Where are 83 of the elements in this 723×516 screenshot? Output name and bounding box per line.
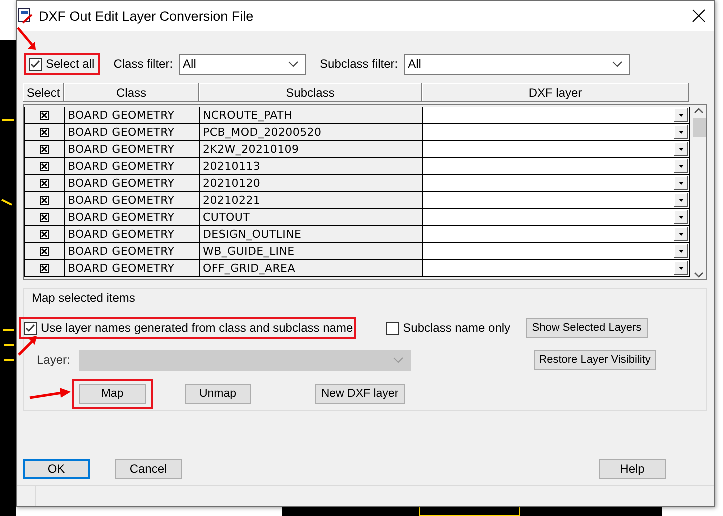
table-cell: BOARD GEOMETRY bbox=[65, 260, 200, 277]
dropdown-arrow-icon bbox=[678, 232, 684, 236]
scrollbar[interactable] bbox=[692, 107, 706, 279]
layer-dropdown[interactable] bbox=[423, 107, 690, 124]
dropdown-arrow-icon bbox=[678, 114, 684, 116]
scroll-up-icon[interactable] bbox=[694, 107, 704, 115]
column-header[interactable]: Subclass bbox=[199, 83, 422, 102]
filter-dropdown[interactable]: All bbox=[404, 54, 630, 74]
dropdown-arrow-icon bbox=[678, 198, 684, 202]
layer-dropdown[interactable] bbox=[423, 124, 690, 141]
table-cell: BOARD GEOMETRY bbox=[65, 107, 200, 124]
layer-dropdown[interactable] bbox=[423, 209, 690, 226]
dropdown-arrow-icon bbox=[678, 130, 684, 134]
table-cell: BOARD GEOMETRY bbox=[65, 243, 200, 260]
map-action-button[interactable]: New DXF layer bbox=[315, 384, 405, 404]
row-checkbox[interactable] bbox=[40, 178, 49, 188]
table-cell: BOARD GEOMETRY bbox=[65, 124, 200, 141]
table-cell: BOARD GEOMETRY bbox=[65, 226, 200, 243]
filter-label: Class filter: bbox=[114, 57, 174, 71]
restore-visibility-button[interactable]: Restore Layer Visibility bbox=[534, 350, 656, 370]
layer-dropdown[interactable] bbox=[423, 141, 690, 158]
table-cell: 20210221 bbox=[200, 192, 423, 209]
table-cell: OFF_GRID_AREA bbox=[200, 260, 423, 277]
chevron-icon bbox=[612, 60, 624, 68]
row-checkbox[interactable] bbox=[40, 196, 49, 204]
map-action-button[interactable]: Map bbox=[79, 384, 146, 404]
filter-dropdown[interactable]: All bbox=[179, 54, 306, 74]
dialog-button[interactable]: OK bbox=[23, 459, 90, 479]
row-checkbox[interactable] bbox=[40, 246, 49, 256]
table-cell: DESIGN_OUTLINE bbox=[200, 226, 423, 243]
column-header[interactable]: Select bbox=[23, 83, 64, 102]
row-checkbox[interactable] bbox=[40, 230, 49, 238]
table-cell: BOARD GEOMETRY bbox=[65, 209, 200, 226]
layer-dropdown[interactable] bbox=[423, 175, 690, 192]
scroll-down-icon[interactable] bbox=[694, 271, 704, 279]
close-icon[interactable] bbox=[692, 9, 706, 23]
dropdown-arrow-icon bbox=[678, 266, 684, 270]
scroll-thumb[interactable] bbox=[692, 118, 706, 137]
dropdown-arrow-icon bbox=[678, 148, 684, 150]
map-action-button[interactable]: Unmap bbox=[185, 384, 251, 404]
checkbox[interactable] bbox=[24, 322, 37, 334]
table-cell: PCB_MOD_20200520 bbox=[200, 124, 423, 141]
table-cell: BOARD GEOMETRY bbox=[65, 192, 200, 209]
layer-dropdown[interactable] bbox=[423, 192, 690, 209]
checkbox-label[interactable]: Select all bbox=[46, 57, 95, 71]
table-cell: BOARD GEOMETRY bbox=[65, 158, 200, 175]
table-cell: BOARD GEOMETRY bbox=[65, 175, 200, 192]
dialog-button[interactable]: Cancel bbox=[115, 459, 182, 479]
column-header[interactable]: DXF layer bbox=[422, 83, 689, 102]
table-cell: 20210120 bbox=[200, 175, 423, 192]
layer-dropdown[interactable] bbox=[423, 260, 690, 277]
table-cell: NCROUTE_PATH bbox=[200, 107, 423, 124]
layer-dropdown[interactable] bbox=[423, 158, 690, 175]
show-layers-button[interactable]: Show Selected Layers bbox=[526, 318, 648, 338]
table-cell: BOARD GEOMETRY bbox=[65, 141, 200, 158]
checkbox-label[interactable]: Use layer names generated from class and subclass name bbox=[41, 321, 354, 335]
filter-label: Subclass filter: bbox=[320, 57, 398, 71]
row-checkbox[interactable] bbox=[40, 128, 49, 136]
dialog-button[interactable]: Help bbox=[599, 459, 666, 479]
row-checkbox[interactable] bbox=[40, 264, 49, 272]
table-cell: 2K2W_20210109 bbox=[200, 141, 423, 158]
row-checkbox[interactable] bbox=[40, 110, 49, 120]
checkbox[interactable] bbox=[29, 58, 42, 70]
window-title: DXF Out Edit Layer Conversion File bbox=[39, 8, 255, 24]
layer-dropdown[interactable] bbox=[423, 226, 690, 243]
column-header[interactable]: Class bbox=[64, 83, 199, 102]
table-cell: WB_GUIDE_LINE bbox=[200, 243, 423, 260]
row-checkbox[interactable] bbox=[40, 144, 49, 154]
checkbox-label[interactable]: Subclass name only bbox=[403, 321, 511, 335]
field-label: Layer: bbox=[37, 353, 72, 367]
table-cell: CUTOUT bbox=[200, 209, 423, 226]
row-checkbox[interactable] bbox=[40, 162, 49, 170]
dropdown-arrow-icon bbox=[678, 216, 684, 218]
table-cell: 20210113 bbox=[200, 158, 423, 175]
dropdown-arrow-icon bbox=[678, 250, 684, 252]
dropdown-arrow-icon bbox=[678, 182, 684, 184]
layer-dropdown[interactable] bbox=[423, 243, 690, 260]
checkbox[interactable] bbox=[386, 322, 400, 334]
chevron-icon bbox=[393, 356, 404, 364]
group-title: Map selected items bbox=[32, 291, 136, 305]
row-checkbox[interactable] bbox=[40, 212, 49, 222]
dropdown-arrow-icon bbox=[678, 164, 684, 168]
chevron-icon bbox=[288, 60, 300, 68]
